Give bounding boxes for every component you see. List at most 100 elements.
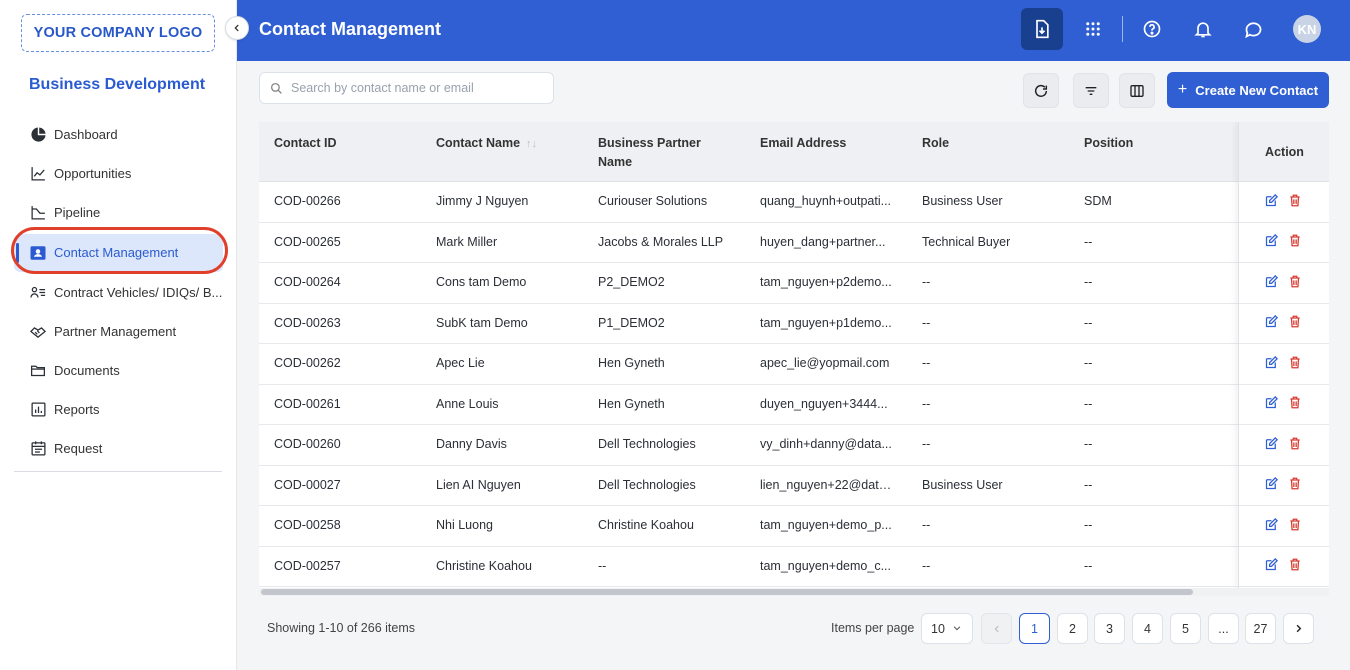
cell-email: tam_nguyen+p2demo... — [760, 275, 892, 289]
delete-button[interactable] — [1288, 476, 1302, 494]
collapse-sidebar-button[interactable] — [225, 16, 249, 40]
cell-position: -- — [1084, 396, 1093, 411]
chat-button[interactable] — [1232, 8, 1274, 50]
edit-icon — [1265, 436, 1279, 449]
edit-button[interactable] — [1264, 436, 1279, 454]
refresh-button[interactable] — [1023, 73, 1059, 108]
apps-button[interactable] — [1072, 8, 1114, 50]
table-row[interactable]: COD-00261 Anne Louis Hen Gyneth duyen_nguye… — [259, 384, 1329, 425]
edit-button[interactable] — [1264, 517, 1279, 535]
items-per-page-label: Items per page — [831, 621, 915, 635]
create-new-contact-button[interactable]: + Create New Contact — [1167, 72, 1329, 108]
horizontal-scrollbar[interactable] — [259, 588, 1329, 596]
sidebar-item-dashboard[interactable]: Dashboard — [0, 115, 237, 154]
sidebar-item-label: Documents — [54, 363, 120, 379]
cell-business-partner: -- — [598, 558, 607, 573]
sidebar-item-contract-vehicles[interactable]: Contract Vehicles/ IDIQs/ B... — [0, 273, 237, 312]
page-button-3[interactable]: 3 — [1094, 613, 1125, 644]
delete-button[interactable] — [1288, 355, 1302, 373]
column-header-role[interactable]: Role — [922, 134, 949, 153]
sidebar: YOUR COMPANY LOGO Business Development D… — [0, 0, 237, 670]
sidebar-item-pipeline[interactable]: Pipeline — [0, 193, 237, 232]
next-page-button[interactable] — [1283, 613, 1314, 644]
cell-business-partner: Hen Gyneth — [598, 356, 665, 370]
table-row[interactable]: COD-00265 Mark Miller Jacobs & Morales LLP… — [259, 222, 1329, 263]
table-row[interactable]: COD-00257 Christine Koahou -- tam_nguyen+de… — [259, 546, 1329, 587]
search-input[interactable] — [291, 81, 541, 95]
edit-button[interactable] — [1264, 274, 1279, 292]
table-row[interactable]: COD-00258 Nhi Luong Christine Koahou tam_ng… — [259, 506, 1329, 547]
cell-position: -- — [1084, 356, 1093, 370]
edit-button[interactable] — [1264, 193, 1279, 211]
contact-card-icon — [29, 244, 47, 262]
delete-button[interactable] — [1288, 233, 1302, 251]
column-header-email[interactable]: Email Address — [760, 134, 846, 153]
sidebar-item-contact-management[interactable]: Contact Management — [14, 233, 223, 272]
column-header-contact-name[interactable]: Contact Name ↑↓ — [436, 134, 537, 154]
edit-button[interactable] — [1264, 395, 1279, 413]
columns-button[interactable] — [1119, 73, 1155, 108]
filter-button[interactable] — [1073, 73, 1109, 108]
cell-contact-id: COD-00264 — [274, 275, 341, 289]
cell-contact-id: COD-00260 — [274, 437, 341, 451]
sidebar-item-reports[interactable]: Reports — [0, 390, 237, 429]
delete-button[interactable] — [1288, 274, 1302, 292]
column-header-business-partner[interactable]: Business Partner Name — [598, 134, 718, 172]
column-header-position[interactable]: Position — [1084, 134, 1133, 153]
page-button-5[interactable]: 5 — [1170, 613, 1201, 644]
company-logo[interactable]: YOUR COMPANY LOGO — [21, 14, 215, 52]
trash-icon — [1290, 315, 1300, 328]
cell-role: -- — [922, 356, 931, 370]
table-row[interactable]: COD-00266 Jimmy J Nguyen Curiouser Solutio… — [259, 182, 1329, 223]
edit-button[interactable] — [1264, 314, 1279, 332]
page-button-2[interactable]: 2 — [1057, 613, 1088, 644]
edit-icon — [1265, 477, 1279, 490]
table-row[interactable]: COD-00263 SubK tam Demo P1_DEMO2 tam_nguyen… — [259, 303, 1329, 344]
sidebar-item-documents[interactable]: Documents — [0, 351, 237, 390]
delete-button[interactable] — [1288, 314, 1302, 332]
table-row[interactable]: COD-00262 Apec Lie Hen Gyneth apec_lie@yopm… — [259, 344, 1329, 385]
cell-contact-id: COD-00262 — [274, 356, 341, 370]
help-button[interactable] — [1131, 8, 1173, 50]
page-button-4[interactable]: 4 — [1132, 613, 1163, 644]
page-button-27[interactable]: 27 — [1245, 613, 1276, 644]
page-button-1[interactable]: 1 — [1019, 613, 1050, 644]
previous-page-button[interactable] — [981, 613, 1012, 644]
page-ellipsis[interactable]: ... — [1208, 613, 1239, 644]
column-header-contact-id[interactable]: Contact ID — [274, 134, 337, 153]
edit-button[interactable] — [1264, 355, 1279, 373]
scrollbar-thumb[interactable] — [261, 589, 1193, 595]
cell-email: duyen_nguyen+3444... — [760, 396, 888, 411]
cell-contact-id: COD-00258 — [274, 518, 341, 532]
edit-button[interactable] — [1264, 476, 1279, 494]
trash-icon — [1290, 356, 1300, 369]
table-row[interactable]: COD-00027 Lien AI Nguyen Dell Technologies… — [259, 465, 1329, 506]
delete-button[interactable] — [1288, 436, 1302, 454]
edit-button[interactable] — [1264, 557, 1279, 575]
pipeline-icon — [29, 204, 47, 222]
delete-button[interactable] — [1288, 557, 1302, 575]
help-icon — [1143, 20, 1161, 38]
sidebar-nav: Dashboard Opportunities Pipeline Contact… — [0, 115, 237, 469]
download-button[interactable] — [1021, 8, 1063, 50]
notifications-button[interactable] — [1182, 8, 1224, 50]
sidebar-item-request[interactable]: Request — [0, 429, 237, 468]
user-avatar[interactable]: KN — [1293, 15, 1321, 43]
search-box[interactable] — [259, 72, 554, 104]
sidebar-item-partner-management[interactable]: Partner Management — [0, 312, 237, 351]
delete-button[interactable] — [1288, 193, 1302, 211]
table-row[interactable]: COD-00260 Danny Davis Dell Technologies vy_… — [259, 425, 1329, 466]
delete-button[interactable] — [1288, 395, 1302, 413]
action-cells — [1239, 182, 1329, 587]
trash-icon — [1290, 437, 1300, 450]
chevron-left-icon — [234, 24, 239, 32]
table-row[interactable]: COD-00264 Cons tam Demo P2_DEMO2 tam_nguyen… — [259, 263, 1329, 304]
delete-button[interactable] — [1288, 517, 1302, 535]
items-per-page-select[interactable]: 10 — [921, 613, 973, 644]
edit-button[interactable] — [1264, 233, 1279, 251]
cell-contact-id: COD-00257 — [274, 558, 341, 573]
calendar-list-icon — [29, 440, 47, 458]
sidebar-item-opportunities[interactable]: Opportunities — [0, 154, 237, 193]
sort-icon[interactable]: ↑↓ — [526, 138, 537, 150]
cell-role: -- — [922, 275, 931, 289]
